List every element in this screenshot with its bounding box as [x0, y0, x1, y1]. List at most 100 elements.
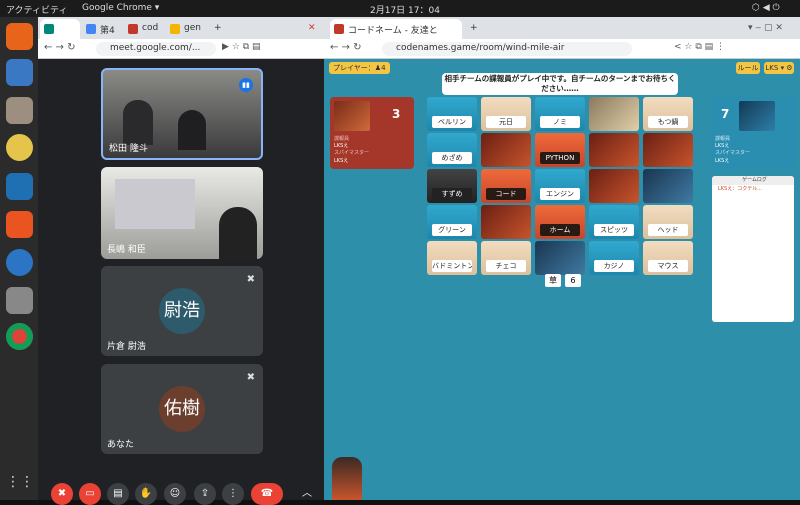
writer-icon[interactable] [6, 173, 33, 200]
new-tab-button[interactable]: + [210, 19, 226, 39]
system-status-icons[interactable]: ⬡ ◀ ⏻ [752, 3, 780, 13]
card-word: めざめ [432, 152, 472, 164]
codenames-window: コードネーム - 友達と + ▾ ‒ ▢ ✕ ← → ↻ codenames.g… [324, 17, 800, 500]
card-word: グリーン [432, 224, 472, 236]
muted-mic-icon: ✖ [246, 274, 255, 285]
address-field[interactable]: codenames.game/room/wind-mile-air [382, 42, 632, 56]
toolbar-icons[interactable]: < ☆ ⧉ ▤ ⋮ [674, 42, 725, 52]
files-icon[interactable] [6, 97, 33, 124]
card[interactable]: グリーン [427, 205, 477, 239]
expand-button[interactable]: ︿ [296, 483, 318, 505]
card[interactable] [589, 169, 639, 203]
participant-tile[interactable]: ▮▮ 松田 隆斗 [101, 68, 263, 160]
right-tab-bar: コードネーム - 友達と + ▾ ‒ ▢ ✕ [324, 17, 800, 39]
card-word: バドミントン [432, 260, 472, 272]
card[interactable]: もつ鍋 [643, 97, 693, 131]
card[interactable]: めざめ [427, 133, 477, 167]
card-word: PYTHON [540, 152, 580, 164]
red-remaining-count: 3 [392, 107, 401, 121]
card[interactable]: ベルリン [427, 97, 477, 131]
search-icon[interactable] [6, 287, 33, 314]
thunderbird-icon[interactable] [6, 59, 33, 86]
toolbar-icons[interactable]: ▶ ☆ ⧉ ▤ [222, 42, 261, 52]
mic-off-button[interactable]: ✖ [51, 483, 73, 505]
avatar: 佑樹 [159, 386, 205, 432]
card-word: カジノ [594, 260, 634, 272]
card[interactable]: チェコ [481, 241, 531, 275]
card[interactable] [643, 169, 693, 203]
captions-button[interactable]: ▤ [107, 483, 129, 505]
activities-button[interactable]: アクティビティ [6, 3, 67, 16]
leave-call-button[interactable]: ☎ [251, 483, 283, 505]
red-operatives-label: 諜報員 [334, 136, 350, 142]
apps-grid-icon[interactable]: ⋮⋮ [6, 469, 34, 496]
card-word: ヘッド [648, 224, 688, 236]
nav-buttons[interactable]: ← → ↻ [330, 42, 362, 53]
tab-codenames[interactable]: cod [124, 19, 164, 39]
firefox-icon[interactable] [6, 23, 33, 50]
blue-remaining-count: 7 [721, 107, 730, 121]
card[interactable]: スピッツ [589, 205, 639, 239]
participant-tile[interactable]: ✖ 長嶋 和臣 [101, 167, 263, 259]
window-controls[interactable]: ▾ ‒ ▢ ✕ [744, 19, 800, 39]
emoji-button[interactable]: ☺ [164, 483, 186, 505]
card[interactable]: すずめ [427, 169, 477, 203]
close-window-button[interactable]: ✕ [304, 19, 322, 39]
red-spymaster-label: スパイマスター [334, 150, 370, 156]
rhythmbox-icon[interactable] [6, 134, 33, 161]
tab-doc[interactable]: 第4 [82, 19, 122, 39]
card-word: スピッツ [594, 224, 634, 236]
video-person [123, 100, 153, 145]
player-count-badge[interactable]: プレイヤー：♟4 [329, 62, 390, 74]
card[interactable] [535, 241, 585, 275]
clock[interactable]: 2月17日 17：04 [370, 3, 440, 16]
card[interactable]: PYTHON [535, 133, 585, 167]
participant-tile[interactable]: 佑樹 ✖ あなた [101, 364, 263, 454]
card[interactable]: カジノ [589, 241, 639, 275]
user-menu-button[interactable]: LKS ▾ ⚙ [764, 62, 794, 74]
address-field[interactable]: meet.google.com/... [96, 42, 216, 56]
card[interactable] [589, 97, 639, 131]
card[interactable]: マウス [643, 241, 693, 275]
chrome-icon[interactable] [6, 323, 33, 350]
card[interactable]: 元日 [481, 97, 531, 131]
card-board: ベルリン 元日 ノミ もつ鍋めざめ PYTHON すずめ コード エンジングリーン ホーム スピッ… [427, 97, 697, 283]
tab-codenames-active[interactable]: コードネーム - 友達と [330, 19, 462, 39]
tab-gen[interactable]: gen [166, 19, 206, 39]
raise-hand-button[interactable]: ✋ [135, 483, 157, 505]
nav-buttons[interactable]: ← → ↻ [44, 42, 76, 53]
rules-button[interactable]: ルール [736, 62, 760, 74]
left-url-bar: ← → ↻ meet.google.com/... ▶ ☆ ⧉ ▤ [38, 39, 324, 59]
blue-spymaster-name: LKSえ [715, 158, 730, 164]
card[interactable]: コード [481, 169, 531, 203]
present-button[interactable]: ⇪ [194, 483, 216, 505]
turn-message: 相手チームの諜報員がプレイ中です。自チームのターンまでお待ちください…… [442, 73, 678, 95]
card[interactable]: ホーム [535, 205, 585, 239]
card[interactable] [481, 205, 531, 239]
card-word: エンジン [540, 188, 580, 200]
card[interactable] [643, 133, 693, 167]
card[interactable] [481, 133, 531, 167]
card[interactable]: バドミントン [427, 241, 477, 275]
help-icon[interactable] [6, 249, 33, 276]
card[interactable]: エンジン [535, 169, 585, 203]
red-operative-name: LKSえ [334, 143, 349, 149]
clue-number: 6 [565, 274, 581, 287]
game-log: ゲームログ LKSえ：コクテル...LKSえ：ロックLKSえ：ゼンLKSえ：..… [712, 176, 794, 322]
dock: ⋮⋮ [0, 17, 38, 500]
card[interactable] [589, 133, 639, 167]
red-team-art [334, 101, 370, 131]
new-tab-button[interactable]: + [466, 19, 482, 39]
card[interactable]: ノミ [535, 97, 585, 131]
software-icon[interactable] [6, 211, 33, 238]
red-spymaster-name: LKSえ [334, 158, 349, 164]
app-menu[interactable]: Google Chrome ▾ [82, 3, 159, 13]
tab-meet[interactable] [40, 19, 80, 39]
log-entry: LKSえ：コクテル... [718, 185, 763, 192]
participant-tile[interactable]: 尉浩 ✖ 片倉 尉浩 [101, 266, 263, 356]
blue-operatives-label: 諜報員 [715, 136, 731, 142]
card-word: 元日 [486, 116, 526, 128]
camera-off-button[interactable]: ▭ [79, 483, 101, 505]
card[interactable]: ヘッド [643, 205, 693, 239]
more-options-button[interactable]: ⋮ [222, 483, 244, 505]
